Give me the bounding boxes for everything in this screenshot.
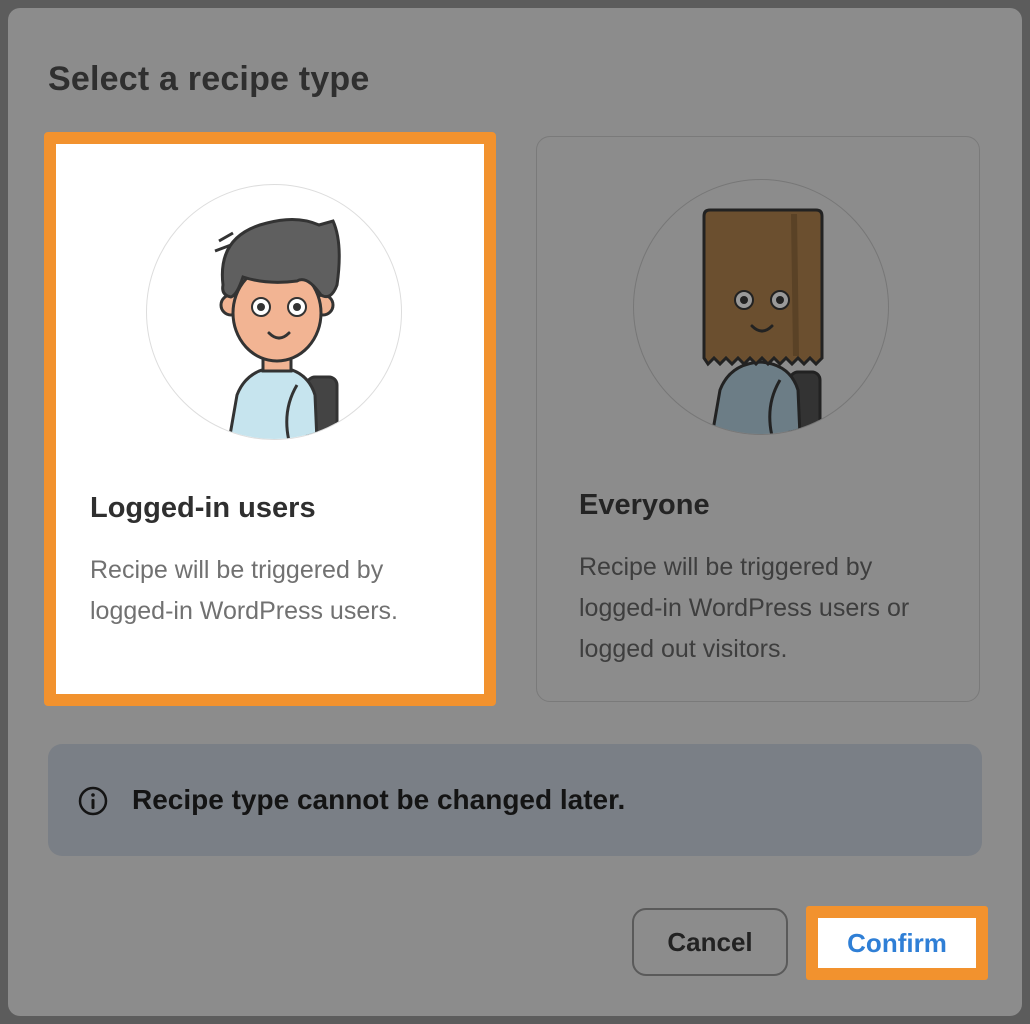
recipe-type-dialog: Select a recipe type Logged-in users Rec… [8,8,1022,1016]
option-title: Everyone [579,489,710,521]
notice-text: Recipe type cannot be changed later. [132,784,626,815]
confirm-button[interactable]: Confirm [818,918,976,968]
dialog-title: Select a recipe type [48,60,370,98]
info-icon [78,786,108,816]
notice-banner: Recipe type cannot be changed later. [48,744,982,856]
option-everyone[interactable]: Everyone Recipe will be triggered by log… [536,136,980,702]
option-logged-in-users[interactable]: Logged-in users Recipe will be triggered… [44,132,496,706]
option-title: Logged-in users [90,492,316,524]
paper-bag-avatar-icon [633,179,889,435]
cancel-button[interactable]: Cancel [632,908,788,976]
option-description: Recipe will be triggered by logged-in Wo… [579,553,910,663]
confirm-highlight: Confirm [806,906,988,980]
option-description: Recipe will be triggered by logged-in Wo… [90,556,399,625]
user-avatar-icon [146,184,402,440]
